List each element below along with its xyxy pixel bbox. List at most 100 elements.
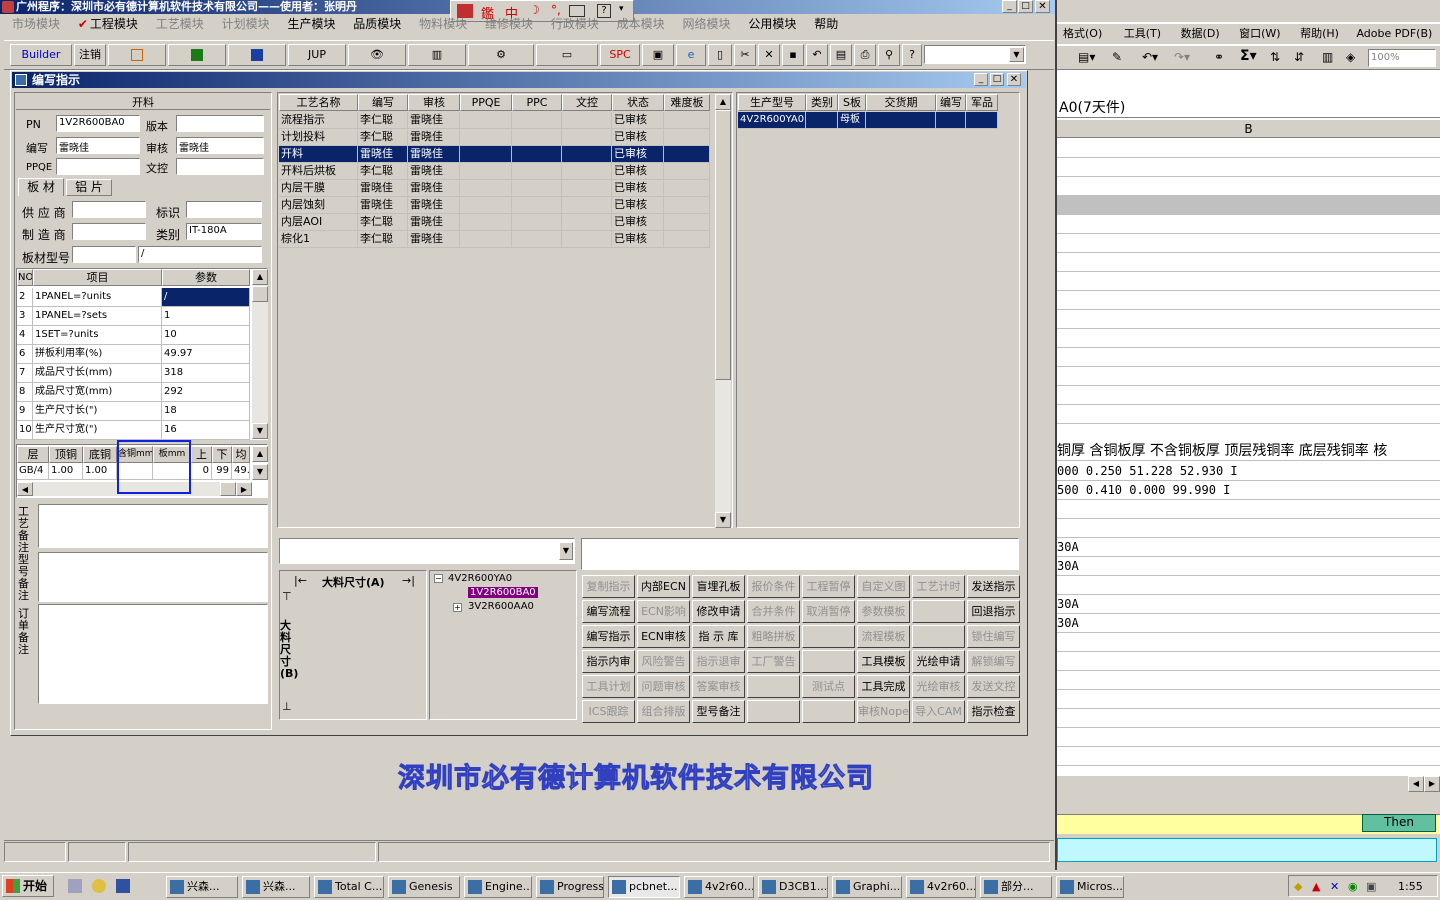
writer-field[interactable]: 雷晓佳 [56,137,140,154]
menu-admin[interactable]: 行政模块 [551,17,599,31]
note-order-field[interactable] [38,604,268,704]
param-row-value[interactable]: 49.97 [162,345,250,364]
excel-row[interactable] [1057,576,1440,595]
excel-row[interactable] [1057,310,1440,329]
delete-icon[interactable]: ✕ [758,44,780,66]
process-cell[interactable] [664,197,710,214]
tray-icon-1[interactable]: ◆ [1294,880,1302,893]
excel-row[interactable] [1057,215,1440,234]
quicklaunch-clock-icon[interactable] [92,879,106,893]
param-row-value[interactable]: / [162,288,250,307]
process-cell[interactable] [460,214,512,231]
excel-row-1[interactable]: 000 0.250 51.228 52.930 I [1057,462,1440,481]
action-button[interactable]: 锁住编写 [967,625,1020,648]
tree-root[interactable]: 4V2R600YA0 [448,573,512,584]
minimize-button[interactable]: _ [1002,0,1017,13]
excel-row[interactable] [1057,177,1440,196]
process-cell[interactable]: 已审核 [612,112,664,129]
layer-cell[interactable]: 49. [232,463,250,480]
process-cell[interactable] [512,163,562,180]
excel-header-row[interactable]: 铜厚 含铜板厚 不含铜板厚 顶层残铜率 底层残铜率 核 [1057,442,1440,461]
process-cell[interactable]: 开料 [279,146,358,163]
action-button[interactable]: 风险警告 [637,650,690,673]
process-cell[interactable] [562,112,612,129]
supplier-field[interactable] [72,201,146,218]
menu-market[interactable]: 市场模块 [12,17,60,31]
category-field[interactable]: IT-180A [186,223,262,240]
action-button[interactable]: 自定义图 [857,575,910,598]
excel-row[interactable] [1057,709,1440,728]
link-icon[interactable]: ⚭ [1214,50,1224,64]
start-button[interactable]: 开始 [2,875,54,897]
action-button[interactable] [802,700,855,723]
action-button[interactable]: 工具计划 [582,675,635,698]
menu-cost[interactable]: 成本模块 [617,17,665,31]
action-button[interactable]: 回退指示 [967,600,1020,623]
process-cell[interactable] [460,197,512,214]
col-header-b[interactable]: B [1057,120,1440,138]
process-cell[interactable]: 雷晓佳 [358,146,408,163]
action-button[interactable]: 盲埋孔板 [692,575,745,598]
redo-icon[interactable]: ↷▾ [1174,50,1190,64]
then-tab[interactable]: Then [1362,814,1436,832]
note-process-field[interactable] [38,504,268,548]
param-scroll-down[interactable]: ▼ [252,423,268,439]
taskbar-item[interactable]: Progress [536,876,604,898]
action-button[interactable]: 发送指示 [967,575,1020,598]
process-cell[interactable]: 雷晓佳 [408,146,460,163]
mark-field[interactable] [186,201,262,218]
process-cell[interactable]: 李仁聪 [358,163,408,180]
process-cell[interactable]: 内层干膜 [279,180,358,197]
process-scroll-up[interactable]: ▲ [715,94,731,110]
process-cell[interactable]: 李仁聪 [358,112,408,129]
chevron-down-icon[interactable]: ▼ [559,542,573,560]
formula-bar[interactable]: A0(7天件) [1057,98,1440,118]
brush-icon[interactable]: ✎ [1112,50,1122,64]
action-button[interactable]: 修改申请 [692,600,745,623]
process-cell[interactable]: 雷晓佳 [408,197,460,214]
find-icon[interactable]: ⚲ [878,44,900,66]
camera-icon[interactable]: ▣ [642,44,674,66]
action-button[interactable]: 工艺计时 [912,575,965,598]
ime-menu-icon[interactable]: ▾ [619,4,624,14]
paste-icon[interactable]: ▤▾ [1078,50,1095,64]
layer-scroll-up[interactable]: ▲ [252,446,268,462]
layer-scroll-down[interactable]: ▼ [252,464,268,480]
menu-process[interactable]: 工艺模块 [156,17,204,31]
excel-row[interactable] [1057,519,1440,538]
process-cell[interactable] [664,129,710,146]
process-cell[interactable]: 已审核 [612,197,664,214]
action-button[interactable]: 发送文控 [967,675,1020,698]
action-button[interactable]: 型号备注 [692,700,745,723]
action-button[interactable]: 工厂警告 [747,650,800,673]
process-cell[interactable] [460,112,512,129]
process-cell[interactable] [512,231,562,248]
process-cell[interactable] [460,129,512,146]
excel-row[interactable] [1057,652,1440,671]
process-scroll-thumb[interactable] [715,110,731,380]
action-button[interactable]: 工具完成 [857,675,910,698]
process-cell[interactable] [512,214,562,231]
excel-row[interactable] [1057,234,1440,253]
process-cell[interactable] [460,146,512,163]
action-button[interactable]: 光绘审核 [912,675,965,698]
process-cell[interactable] [512,197,562,214]
process-cell[interactable] [562,129,612,146]
process-cell[interactable]: 雷晓佳 [408,112,460,129]
model-cell[interactable] [866,112,936,129]
param-row-value[interactable]: 16 [162,421,250,440]
taskbar-item[interactable]: Genesis [388,876,460,898]
tab-copper[interactable]: 铝 片 [66,179,112,196]
sum-icon[interactable]: Σ▾ [1240,48,1257,64]
process-cell[interactable] [460,231,512,248]
quicklaunch-app-icon[interactable] [116,879,130,893]
action-button[interactable]: 参数模板 [857,600,910,623]
excel-menu-data[interactable]: 数据(D) [1181,27,1220,40]
action-button[interactable]: 光绘申请 [912,650,965,673]
builder-button[interactable]: Builder [10,44,72,66]
menu-public[interactable]: 公用模块 [748,17,796,31]
tray-icon-2[interactable]: ▲ [1312,880,1320,893]
sort-asc-icon[interactable]: ⇅ [1270,50,1280,64]
excel-row[interactable] [1057,633,1440,652]
excel-row[interactable] [1057,253,1440,272]
